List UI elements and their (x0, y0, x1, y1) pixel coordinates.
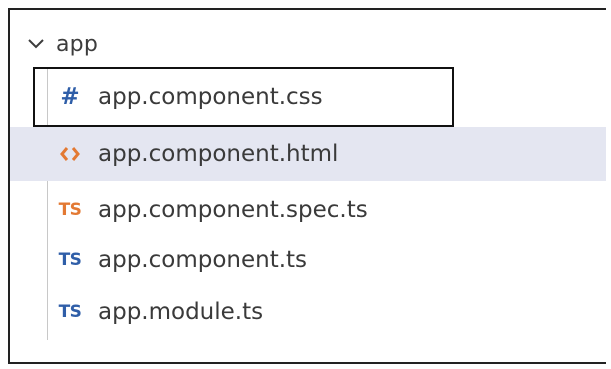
file-item-app-component-css[interactable]: # app.component.css (10, 70, 606, 124)
file-label: app.component.ts (98, 247, 308, 273)
typescript-icon: TS (58, 250, 82, 270)
css-hash-icon: # (60, 84, 80, 110)
file-item-app-component-html[interactable]: app.component.html (10, 127, 606, 181)
typescript-spec-icon: TS (58, 200, 82, 220)
folder-app[interactable]: app (26, 24, 98, 64)
file-label: app.component.css (98, 84, 323, 110)
file-item-app-component-spec-ts[interactable]: TS app.component.spec.ts (10, 183, 606, 237)
typescript-icon: TS (58, 302, 82, 322)
folder-label: app (56, 31, 99, 57)
file-item-app-component-ts[interactable]: TS app.component.ts (10, 233, 606, 287)
file-label: app.component.html (98, 141, 339, 167)
file-item-app-module-ts[interactable]: TS app.module.ts (10, 285, 606, 339)
file-label: app.component.spec.ts (98, 197, 368, 223)
file-label: app.module.ts (98, 299, 264, 325)
chevron-down-icon[interactable] (26, 34, 46, 54)
html-brackets-icon (56, 140, 84, 168)
